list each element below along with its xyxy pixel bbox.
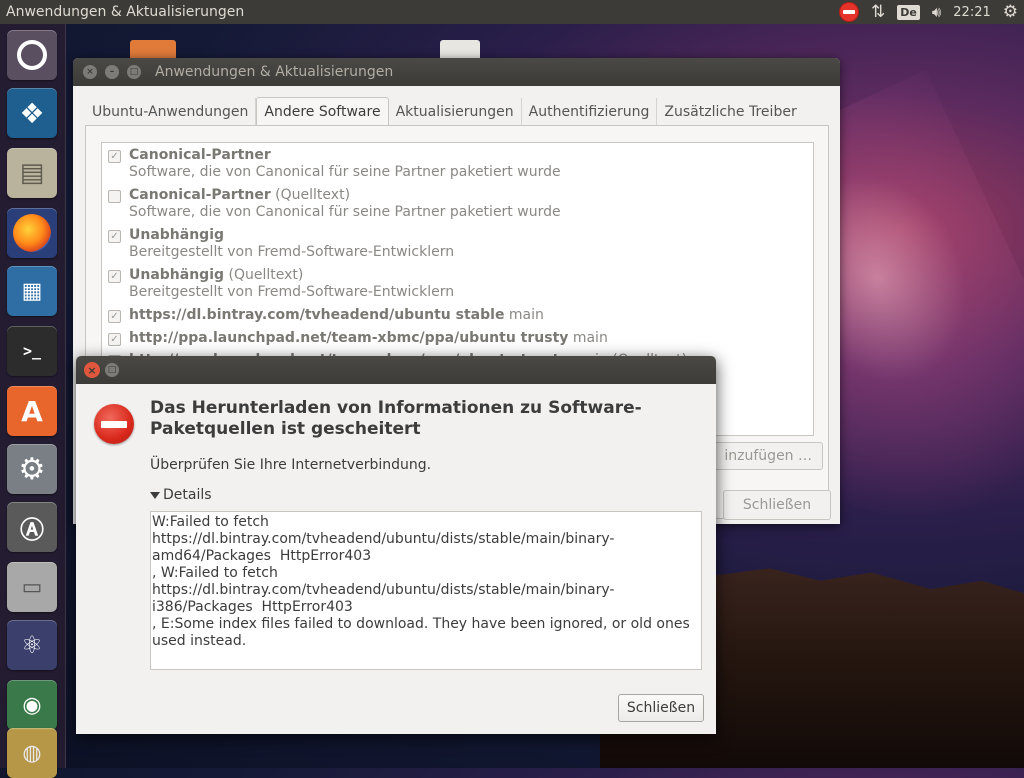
source-checkbox[interactable]: ✓ [108,333,121,346]
keyboard-layout-label: De [897,4,920,20]
source-description: Bereitgestellt von Fremd-Software-Entwic… [129,244,455,260]
software-center-icon: A [21,394,43,428]
details-expander[interactable]: Details [150,487,212,503]
terminal-icon: >_ [22,342,42,360]
source-checkbox[interactable]: ✓ [108,230,121,243]
network-error-indicator[interactable] [838,0,859,24]
window-close-button[interactable]: Schließen [723,490,831,520]
media-icon: ⚛ [21,631,43,659]
launcher-media[interactable]: ⚛ [7,620,57,670]
list-item[interactable]: ✓ Unabhängig Bereitgestellt von Fremd-So… [108,227,454,261]
source-suffix: (Quelltext) [270,187,351,203]
indicator-area: ⇅ De 🔊︎ 22:21 ⚙ [827,0,1024,24]
list-item[interactable]: ✓ Canonical-Partner Software, die von Ca… [108,147,561,181]
launcher-software-updater[interactable]: Ⓐ [7,502,57,552]
volume-icon: 🔊︎ [931,3,942,21]
kodi-icon: ❖ [19,96,45,130]
list-item[interactable]: ✓ http://ppa.launchpad.net/team-xbmc/ppa… [108,330,608,347]
maximize-icon[interactable]: □ [127,65,141,79]
add-source-button[interactable]: inzufügen … [703,442,823,470]
keyboard-indicator[interactable]: De [897,0,920,24]
tab-bar: Ubuntu-Anwendungen Andere Software Aktua… [85,96,804,126]
source-suffix: main [568,330,608,346]
transfer-indicator[interactable]: ⇅ [871,0,885,24]
close-icon[interactable]: × [83,65,97,79]
launcher-disk[interactable]: ▭ [7,562,57,612]
tab-updates[interactable]: Aktualisierungen [389,98,522,126]
maximize-icon[interactable]: □ [105,363,119,377]
dialog-message: Überprüfen Sie Ihre Internetverbindung. [150,457,432,473]
window-titlebar[interactable]: × – □ Anwendungen & Aktualisierungen [73,58,840,86]
tab-authentication[interactable]: Authentifizierung [522,98,658,126]
launcher-software-center[interactable]: A [7,386,57,436]
dialog-heading: Das Herunterladen von Informationen zu S… [150,398,642,439]
source-name: Unabhängig [129,227,225,243]
disk-icon: ▭ [21,574,43,600]
file-manager-icon: ▤ [19,158,45,188]
window-title: Anwendungen & Aktualisierungen [155,64,394,80]
source-suffix: (Quelltext) [224,267,304,283]
launcher-terminal[interactable]: >_ [7,326,57,376]
launcher-kodi[interactable]: ❖ [7,88,57,138]
source-name: Canonical-Partner [129,187,271,203]
dash-icon [17,40,47,70]
list-item[interactable]: ✓ Unabhängig (Quelltext) Bereitgestellt … [108,267,454,301]
launcher-files[interactable]: ▤ [7,148,57,198]
source-name: http://ppa.launchpad.net/team-xbmc/ppa/u… [129,330,569,346]
source-description: Software, die von Canonical für seine Pa… [129,204,561,220]
error-dialog: × □ Das Herunterladen von Informationen … [76,356,716,734]
source-description: Software, die von Canonical für seine Pa… [129,164,561,180]
close-icon[interactable]: × [84,362,100,378]
source-checkbox[interactable]: ✓ [108,150,121,163]
desktop-file-icon[interactable] [440,40,480,60]
transfer-icon: ⇅ [870,2,886,22]
launcher-firefox[interactable] [7,208,57,258]
launcher-system-settings[interactable]: ⚙ [7,444,57,494]
details-label: Details [163,487,212,503]
minimize-icon[interactable]: – [105,65,119,79]
session-indicator[interactable]: ⚙ [1003,0,1018,24]
firefox-icon [13,214,51,252]
app-icon: ◉ [22,692,42,718]
source-checkbox[interactable]: ✓ [108,270,121,283]
desktop-folder-icon[interactable] [130,40,176,60]
tab-ubuntu-software[interactable]: Ubuntu-Anwendungen [85,98,257,126]
source-name: https://dl.bintray.com/tvheadend/ubuntu … [129,307,505,323]
clock: 22:21 [953,4,991,20]
launcher: ❖ ▤ ▦ >_ A ⚙ Ⓐ ▭ ⚛ ◉ ◍ [0,24,66,778]
clock-indicator[interactable]: 22:21 [953,0,990,24]
top-panel: Anwendungen & Aktualisierungen ⇅ De 🔊︎ 2… [0,0,1024,24]
launcher-dash[interactable] [7,30,57,80]
launcher-app-2[interactable]: ◍ [7,728,57,778]
source-name: Unabhängig [129,267,225,283]
writer-icon: ▦ [21,278,43,304]
source-name: Canonical-Partner [129,147,271,163]
source-checkbox[interactable]: ✓ [108,310,121,323]
app-icon: ◍ [22,740,42,766]
active-window-title: Anwendungen & Aktualisierungen [6,4,245,20]
network-error-icon [838,2,859,22]
source-suffix: main [504,307,544,323]
tab-additional-drivers[interactable]: Zusätzliche Treiber [657,98,803,126]
source-description: Bereitgestellt von Fremd-Software-Entwic… [129,284,455,300]
triangle-down-icon [150,491,160,499]
dialog-titlebar[interactable]: × □ [76,356,716,384]
volume-indicator[interactable]: 🔊︎ [932,0,941,24]
system-settings-icon: ⚙ [18,451,46,487]
error-icon [94,404,134,444]
tab-other-software[interactable]: Andere Software [256,97,389,126]
gear-icon: ⚙ [1002,2,1018,22]
list-item[interactable]: Canonical-Partner (Quelltext) Software, … [108,187,561,221]
details-textview[interactable]: W:Failed to fetch https://dl.bintray.com… [150,511,702,670]
list-item[interactable]: ✓ https://dl.bintray.com/tvheadend/ubunt… [108,307,544,324]
launcher-app[interactable]: ◉ [7,680,57,730]
software-updater-icon: Ⓐ [20,515,44,544]
launcher-writer[interactable]: ▦ [7,266,57,316]
dialog-close-button[interactable]: Schließen [618,694,704,722]
source-checkbox[interactable] [108,190,121,203]
